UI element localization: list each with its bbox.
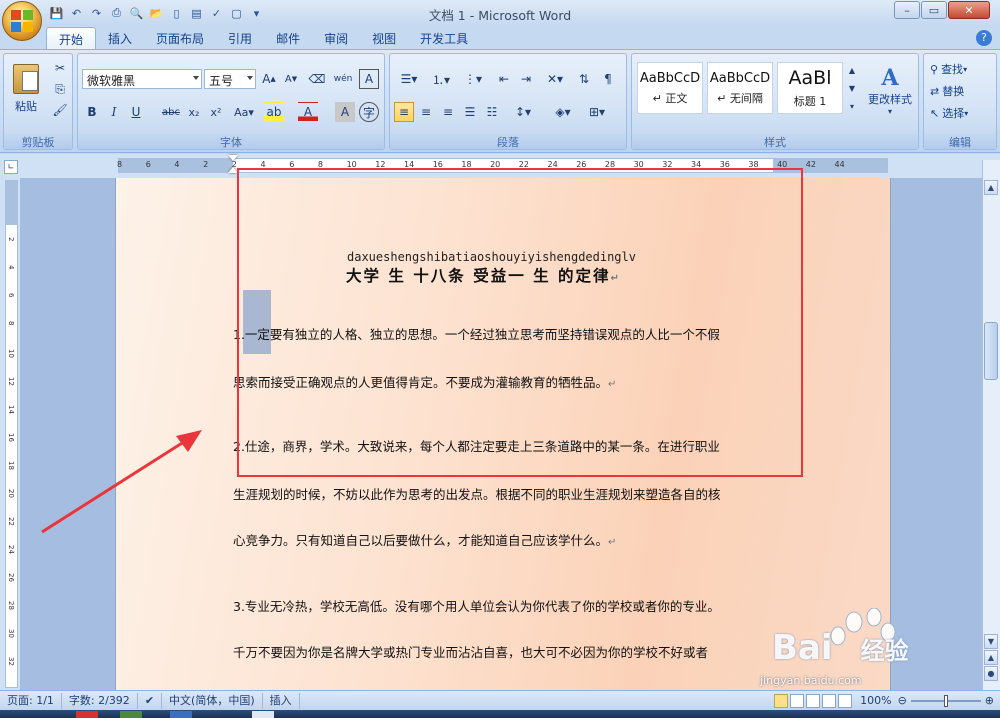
watermark-url: jingyan.baidu.com <box>760 674 862 687</box>
full-screen-icon[interactable] <box>790 693 805 708</box>
zoom-in-icon[interactable]: ⊕ <box>985 694 994 707</box>
office-button[interactable] <box>2 1 42 41</box>
zoom-slider-thumb[interactable] <box>943 694 948 707</box>
taskbar-app-icon[interactable] <box>252 711 274 718</box>
status-bar: 页面: 1/1 字数: 2/392 ✔ 中文(简体，中国) 插入 100% ⊖ … <box>0 690 1000 710</box>
outline-icon[interactable] <box>822 693 837 708</box>
watermark-brand: Bai 经验 <box>772 628 909 668</box>
taskbar-app-icon[interactable] <box>170 711 192 718</box>
zoom-slider[interactable] <box>910 694 981 707</box>
zoom-out-icon[interactable]: ⊖ <box>898 694 907 707</box>
status-words[interactable]: 字数: 2/392 <box>62 692 138 709</box>
proofing-icon[interactable]: ✔ <box>138 692 163 709</box>
status-page[interactable]: 页面: 1/1 <box>0 692 62 709</box>
taskbar <box>0 710 1000 718</box>
zoom-level[interactable]: 100% <box>860 694 891 707</box>
taskbar-app-icon[interactable] <box>120 711 142 718</box>
status-insert-mode[interactable]: 插入 <box>263 692 300 709</box>
office-logo-icon <box>11 10 33 32</box>
web-layout-icon[interactable] <box>806 693 821 708</box>
scroll-up-icon[interactable]: ▲ <box>984 180 998 195</box>
status-language[interactable]: 中文(简体，中国) <box>162 692 263 709</box>
view-buttons <box>774 693 853 708</box>
print-layout-icon[interactable] <box>774 693 789 708</box>
taskbar-app-icon[interactable] <box>76 711 98 718</box>
draft-icon[interactable] <box>838 693 853 708</box>
scrollbar-thumb[interactable] <box>984 322 998 380</box>
